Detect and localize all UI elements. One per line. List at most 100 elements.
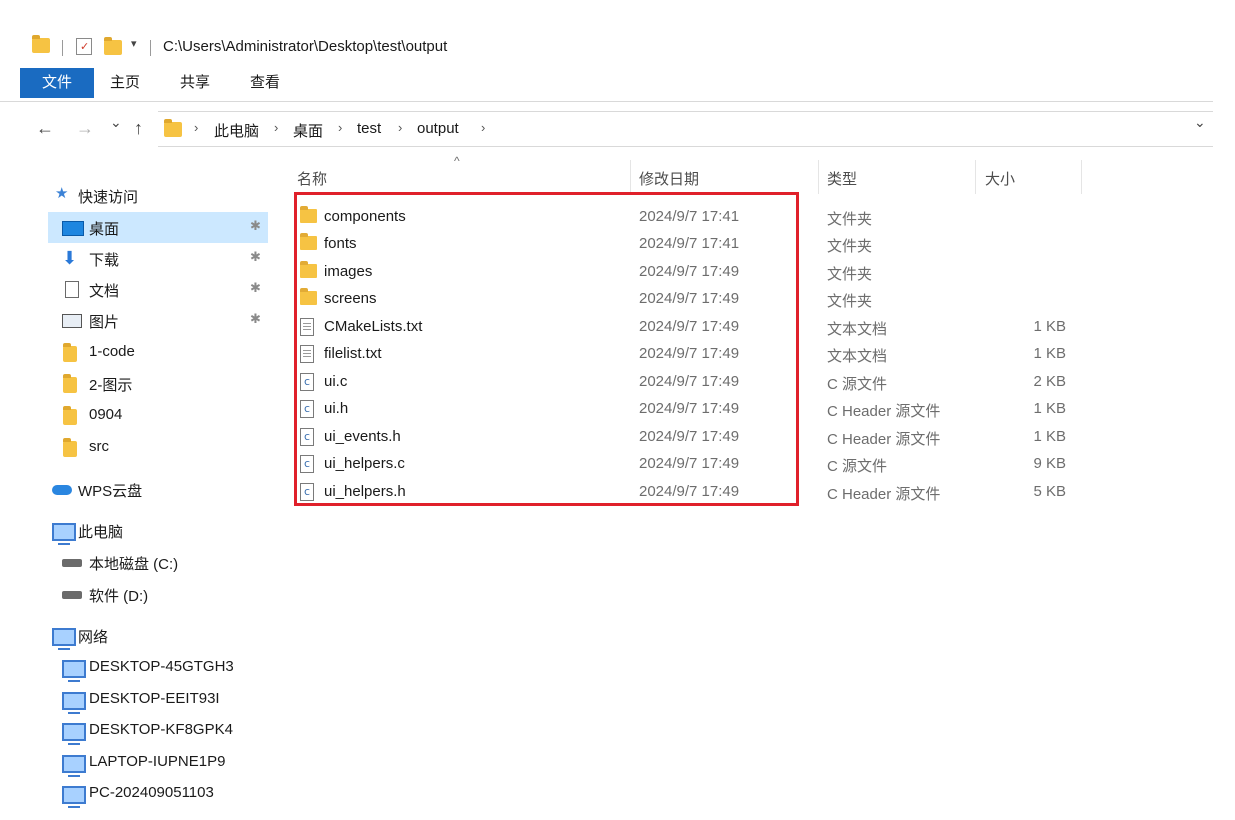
back-button[interactable]: ← — [36, 118, 54, 139]
sidebar-item-desktop[interactable]: 桌面 ✱ — [48, 212, 268, 243]
divider — [62, 40, 63, 56]
pin-icon[interactable]: ✱ — [250, 218, 261, 234]
sidebar-item-0904[interactable]: 0904 — [0, 400, 268, 431]
sidebar-item-computer[interactable]: PC-202409051103 — [0, 778, 268, 809]
file-type: C 源文件 — [827, 458, 888, 475]
folder-icon — [63, 374, 77, 393]
tab-home[interactable]: 主页 — [110, 68, 140, 98]
sidebar-item-this-pc[interactable]: 此电脑 — [0, 515, 268, 546]
sidebar-item-computer[interactable]: DESKTOP-EEIT93I — [0, 684, 268, 715]
computer-icon — [62, 786, 86, 808]
chevron-right-icon[interactable]: › — [481, 120, 485, 135]
sidebar-item-label: DESKTOP-45GTGH3 — [89, 658, 234, 675]
file-size: 1 KB — [1033, 400, 1066, 417]
new-folder-icon[interactable] — [104, 37, 122, 55]
forward-button[interactable]: → — [76, 118, 94, 139]
address-dropdown-button[interactable]: ⌄ — [1194, 114, 1206, 131]
drive-icon — [62, 559, 82, 567]
sidebar-item-src[interactable]: src — [0, 432, 268, 463]
column-divider[interactable] — [975, 160, 976, 194]
sidebar-item-drive-c[interactable]: 本地磁盘 (C:) — [0, 547, 268, 578]
recent-locations-button[interactable]: ⌄ — [110, 114, 122, 131]
sidebar-item-label: WPS云盘 — [78, 483, 143, 500]
file-type: 文件夹 — [827, 266, 873, 283]
breadcrumb-output[interactable]: output — [417, 120, 459, 137]
pin-icon[interactable]: ✱ — [250, 311, 261, 327]
sidebar-item-label: PC-202409051103 — [89, 784, 214, 801]
file-size: 1 KB — [1033, 318, 1066, 335]
folder-icon — [32, 35, 50, 53]
window-title: C:\Users\Administrator\Desktop\test\outp… — [163, 38, 448, 55]
sidebar-item-label: 文档 — [89, 283, 120, 300]
properties-icon[interactable]: ✓ — [76, 38, 92, 55]
column-divider[interactable] — [630, 160, 631, 194]
tab-view[interactable]: 查看 — [250, 68, 280, 98]
column-header-type[interactable]: 类型 — [827, 168, 857, 189]
file-type: C Header 源文件 — [827, 486, 941, 503]
computer-icon — [52, 523, 76, 545]
file-type: 文本文档 — [827, 321, 888, 338]
documents-icon — [65, 281, 79, 298]
file-size: 1 KB — [1033, 428, 1066, 445]
sidebar-item-label: 图片 — [89, 314, 120, 331]
sidebar-item-label: LAPTOP-IUPNE1P9 — [89, 753, 226, 770]
computer-icon — [62, 723, 86, 745]
sidebar-item-1-code[interactable]: 1-code — [0, 337, 268, 368]
file-size: 5 KB — [1033, 483, 1066, 500]
chevron-right-icon[interactable]: › — [338, 120, 342, 135]
computer-icon — [62, 692, 86, 714]
up-button[interactable]: ↑ — [134, 118, 143, 139]
folder-icon — [164, 119, 182, 137]
sidebar-item-label: 0904 — [89, 406, 123, 423]
chevron-right-icon[interactable]: › — [398, 120, 402, 135]
column-header-date[interactable]: 修改日期 — [639, 168, 699, 189]
star-icon: ★ — [55, 185, 69, 202]
sidebar-item-computer[interactable]: DESKTOP-KF8GPK4 — [0, 715, 268, 746]
sidebar-item-label: 下载 — [89, 252, 120, 269]
breadcrumb-test[interactable]: test — [357, 120, 381, 137]
pin-icon[interactable]: ✱ — [250, 280, 261, 296]
file-type: 文件夹 — [827, 211, 873, 228]
sort-ascending-icon: ^ — [454, 154, 460, 168]
chevron-right-icon[interactable]: › — [194, 120, 198, 135]
customize-toolbar-icon[interactable]: ▾ — [131, 37, 137, 50]
column-divider[interactable] — [1081, 160, 1082, 194]
ribbon-divider — [0, 101, 1213, 102]
column-divider[interactable] — [818, 160, 819, 194]
sidebar-item-2-diagram[interactable]: 2-图示 — [0, 368, 268, 399]
breadcrumb-desktop[interactable]: 桌面 — [293, 120, 323, 141]
file-type: 文本文档 — [827, 348, 888, 365]
file-type: 文件夹 — [827, 293, 873, 310]
network-icon — [52, 628, 76, 650]
file-size: 1 KB — [1033, 345, 1066, 362]
sidebar-quick-access[interactable]: 快速访问 — [78, 186, 138, 207]
folder-icon — [63, 438, 77, 457]
computer-icon — [62, 755, 86, 777]
sidebar-item-label: 1-code — [89, 343, 135, 360]
pictures-icon — [62, 314, 82, 328]
desktop-icon — [62, 221, 84, 236]
sidebar-item-label: 此电脑 — [78, 524, 124, 541]
sidebar-item-label: 软件 (D:) — [89, 588, 149, 605]
tab-share[interactable]: 共享 — [180, 68, 210, 98]
sidebar-item-pictures[interactable]: 图片 ✱ — [0, 305, 268, 336]
chevron-right-icon[interactable]: › — [274, 120, 278, 135]
sidebar-item-label: 桌面 — [89, 221, 120, 238]
breadcrumb-this-pc[interactable]: 此电脑 — [214, 120, 259, 141]
sidebar-item-documents[interactable]: 文档 ✱ — [0, 274, 268, 305]
sidebar-item-drive-d[interactable]: 软件 (D:) — [0, 579, 268, 610]
sidebar-item-computer[interactable]: DESKTOP-45GTGH3 — [0, 652, 268, 683]
sidebar-item-wps[interactable]: WPS云盘 — [0, 474, 268, 505]
pin-icon[interactable]: ✱ — [250, 249, 261, 265]
cloud-icon — [52, 485, 72, 495]
sidebar-item-computer[interactable]: LAPTOP-IUPNE1P9 — [0, 747, 268, 778]
sidebar-item-label: 网络 — [78, 629, 109, 646]
column-header-size[interactable]: 大小 — [985, 168, 1015, 189]
column-header-name[interactable]: 名称 — [297, 168, 327, 189]
file-size: 2 KB — [1033, 373, 1066, 390]
download-icon: ⬇ — [62, 248, 78, 268]
sidebar-item-label: DESKTOP-EEIT93I — [89, 690, 220, 707]
sidebar-item-downloads[interactable]: ⬇ 下载 ✱ — [0, 243, 268, 274]
tab-file[interactable]: 文件 — [20, 68, 94, 98]
sidebar-item-network[interactable]: 网络 — [0, 620, 268, 651]
